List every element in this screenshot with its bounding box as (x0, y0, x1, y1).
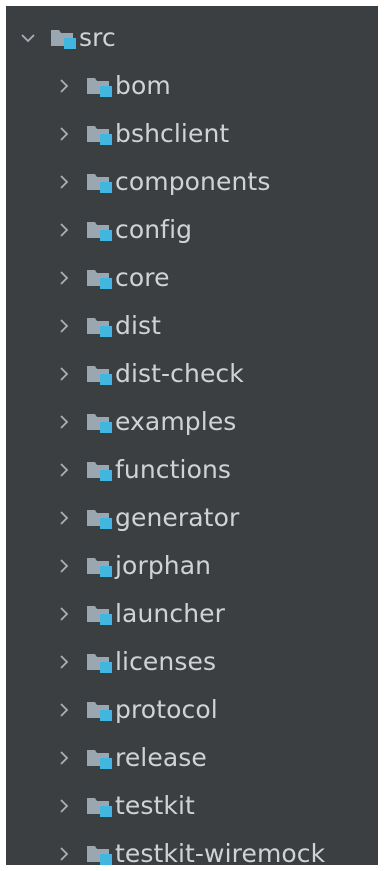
chevron-right-icon[interactable] (56, 606, 72, 622)
chevron-right-icon[interactable] (56, 654, 72, 670)
module-folder-icon (86, 363, 114, 385)
chevron-right-icon[interactable] (56, 414, 72, 430)
chevron-right-icon[interactable] (56, 222, 72, 238)
module-folder-icon (86, 699, 114, 721)
tree-node-label: config (115, 215, 193, 244)
tree-node-bom[interactable]: bom (6, 62, 378, 110)
tree-node-label: functions (115, 455, 232, 484)
tree-node-testkit-wiremock[interactable]: testkit-wiremock (6, 830, 378, 865)
module-folder-icon (86, 555, 114, 577)
tree-node-jorphan[interactable]: jorphan (6, 542, 378, 590)
chevron-right-icon[interactable] (56, 750, 72, 766)
tree-node-config[interactable]: config (6, 206, 378, 254)
tree-node-label: licenses (115, 647, 217, 676)
module-folder-icon (86, 603, 114, 625)
tree-node-generator[interactable]: generator (6, 494, 378, 542)
tree-node-label: testkit-wiremock (115, 839, 326, 865)
module-folder-icon (86, 795, 114, 817)
module-folder-icon (86, 747, 114, 769)
chevron-right-icon[interactable] (56, 510, 72, 526)
tree-node-components[interactable]: components (6, 158, 378, 206)
chevron-right-icon[interactable] (56, 126, 72, 142)
chevron-right-icon[interactable] (56, 318, 72, 334)
tree-node-dist-check[interactable]: dist-check (6, 350, 378, 398)
module-folder-icon (86, 411, 114, 433)
project-tree-panel: src bom bshclient components config core… (6, 6, 378, 865)
tree-node-label: release (115, 743, 207, 772)
module-folder-icon (86, 315, 114, 337)
module-folder-icon (86, 651, 114, 673)
chevron-right-icon[interactable] (56, 558, 72, 574)
module-folder-icon (86, 123, 114, 145)
tree-node-label: launcher (115, 599, 226, 628)
module-folder-icon (86, 267, 114, 289)
chevron-right-icon[interactable] (56, 270, 72, 286)
tree-node-bshclient[interactable]: bshclient (6, 110, 378, 158)
chevron-right-icon[interactable] (56, 702, 72, 718)
tree-node-release[interactable]: release (6, 734, 378, 782)
tree-node-src[interactable]: src (6, 14, 378, 62)
tree-node-testkit[interactable]: testkit (6, 782, 378, 830)
chevron-right-icon[interactable] (56, 462, 72, 478)
chevron-right-icon[interactable] (56, 846, 72, 862)
tree-node-label: src (79, 23, 116, 52)
tree-node-label: jorphan (115, 551, 212, 580)
module-folder-icon (86, 219, 114, 241)
tree-node-examples[interactable]: examples (6, 398, 378, 446)
tree-node-functions[interactable]: functions (6, 446, 378, 494)
module-folder-icon (86, 75, 114, 97)
module-folder-icon (86, 507, 114, 529)
tree-node-label: dist (115, 311, 162, 340)
tree-node-label: components (115, 167, 271, 196)
chevron-right-icon[interactable] (56, 798, 72, 814)
tree-node-protocol[interactable]: protocol (6, 686, 378, 734)
module-folder-icon (86, 171, 114, 193)
chevron-right-icon[interactable] (56, 174, 72, 190)
chevron-right-icon[interactable] (56, 366, 72, 382)
tree-node-licenses[interactable]: licenses (6, 638, 378, 686)
module-folder-icon (86, 459, 114, 481)
tree-node-launcher[interactable]: launcher (6, 590, 378, 638)
tree-node-label: examples (115, 407, 237, 436)
tree-node-label: generator (115, 503, 240, 532)
tree-node-label: core (115, 263, 170, 292)
tree-node-dist[interactable]: dist (6, 302, 378, 350)
tree-node-label: testkit (115, 791, 195, 820)
chevron-right-icon[interactable] (56, 78, 72, 94)
tree-node-label: bshclient (115, 119, 230, 148)
chevron-down-icon[interactable] (20, 30, 36, 46)
tree-node-core[interactable]: core (6, 254, 378, 302)
module-folder-icon (86, 843, 114, 865)
source-folder-icon (50, 27, 78, 49)
tree-node-label: protocol (115, 695, 218, 724)
tree-node-label: bom (115, 71, 171, 100)
tree-node-label: dist-check (115, 359, 244, 388)
